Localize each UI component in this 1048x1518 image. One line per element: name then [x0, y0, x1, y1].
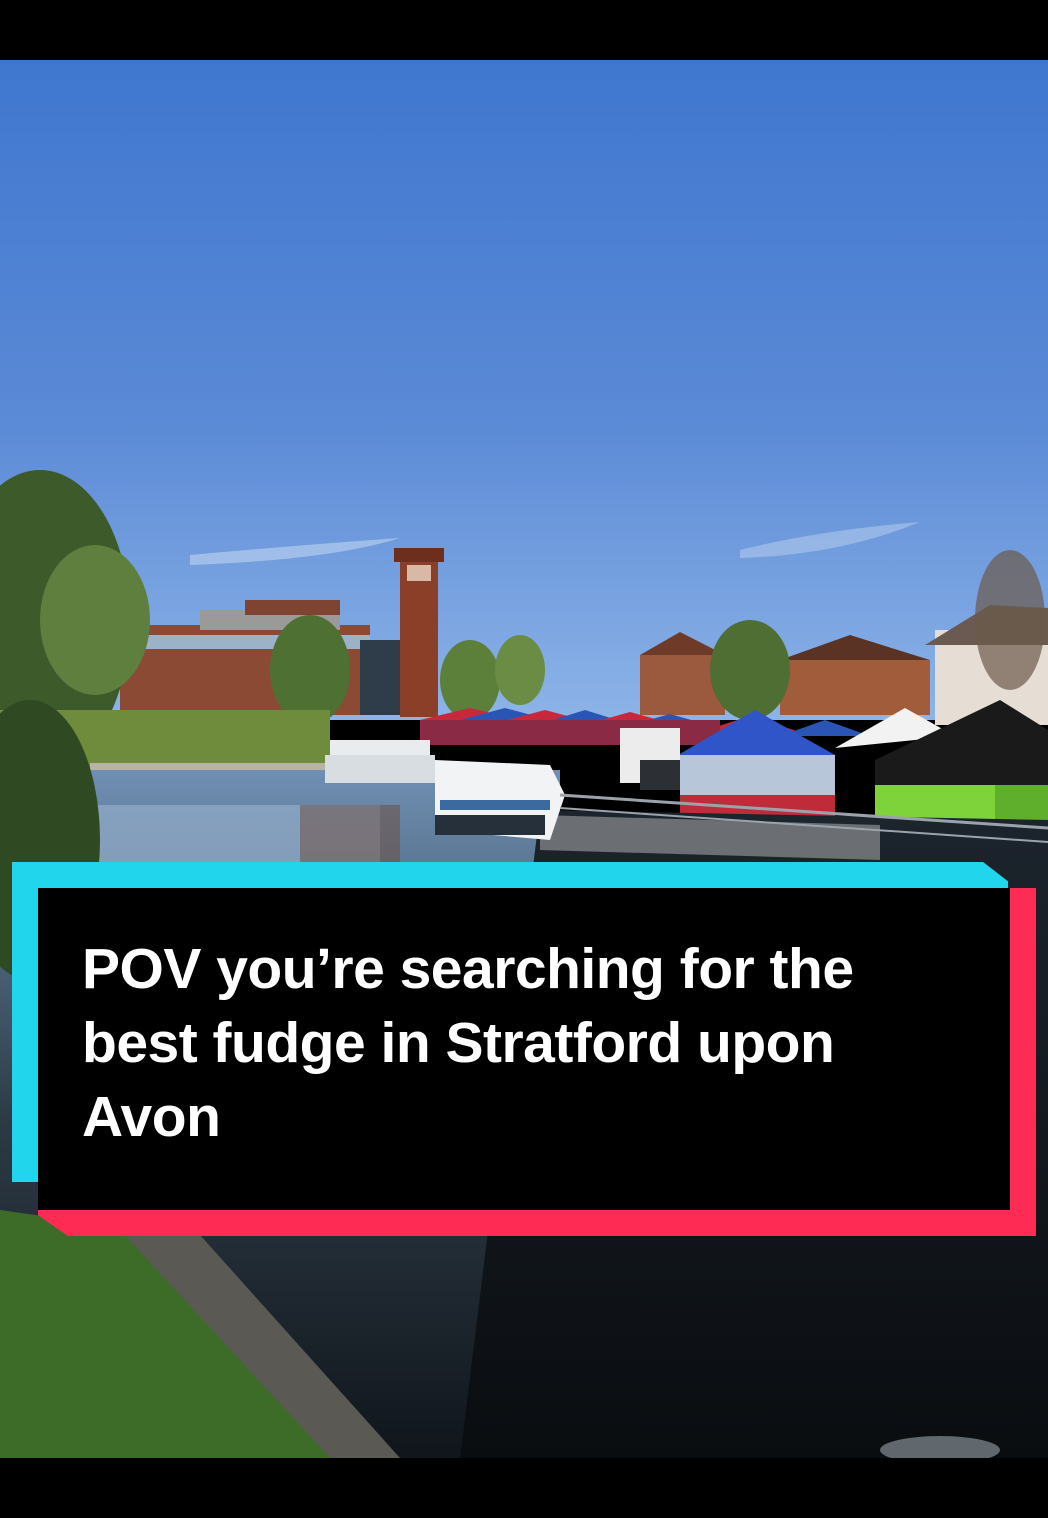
story-frame: POV you’re searching for the best fudge …: [0, 0, 1048, 1518]
canal-market-photo: [0, 60, 1048, 1458]
sky: [0, 60, 1048, 720]
caption-text: POV you’re searching for the best fudge …: [82, 937, 854, 1149]
caption-sticker: POV you’re searching for the best fudge …: [12, 862, 1036, 1236]
bottom-letterbox: [0, 1458, 1048, 1518]
top-letterbox: [0, 0, 1048, 60]
